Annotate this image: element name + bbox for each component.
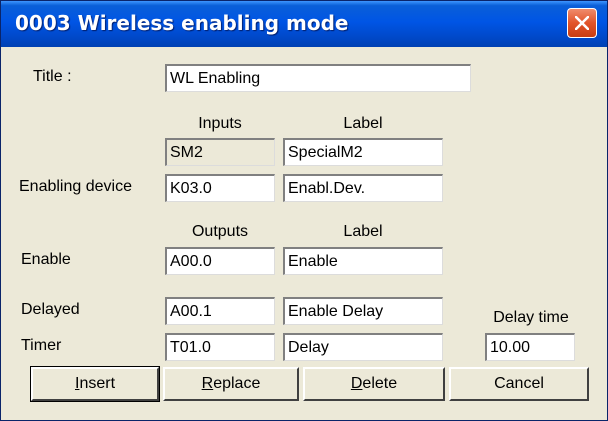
title-label: Title : [33,68,72,85]
delay-time-label: Delay time [493,309,569,326]
title-bar[interactable]: 0003 Wireless enabling mode [1,1,607,47]
delay-time-field[interactable] [485,333,575,361]
title-input[interactable] [165,64,471,92]
enable-label-field[interactable] [283,247,443,275]
insert-button[interactable]: Insert [30,366,160,402]
delete-mnemonic: D [350,375,363,392]
timer-output-field[interactable] [165,333,275,361]
delete-label: elete [362,375,398,392]
enable-output-field[interactable] [165,247,275,275]
delayed-label: Delayed [21,301,80,318]
dialog-body: Title : Inputs Label Enabling device Out… [7,47,601,414]
outputs-label-header: Label [343,223,383,240]
dialog-window: 0003 Wireless enabling mode Title : Inpu… [0,0,608,421]
sm2-label-field[interactable] [283,138,443,166]
inputs-label-header: Label [343,115,383,132]
replace-button[interactable]: Replace [163,367,299,401]
delete-button[interactable]: Delete [303,367,445,401]
close-button[interactable] [567,8,597,38]
cancel-label: Cancel [494,375,544,392]
insert-label: nsert [79,375,116,392]
outputs-header: Outputs [191,223,249,240]
enabling-device-input[interactable] [165,174,275,202]
inputs-header: Inputs [198,115,242,132]
enabling-device-label: Enabling device [19,178,132,195]
replace-label: eplace [213,375,261,392]
enable-label: Enable [21,251,71,268]
timer-label-field[interactable] [283,333,443,361]
enabling-device-label-field[interactable] [283,174,443,202]
close-icon [575,16,589,30]
replace-mnemonic: R [201,375,214,392]
window-title: 0003 Wireless enabling mode [15,11,349,35]
cancel-button[interactable]: Cancel [449,367,589,401]
delayed-output-field[interactable] [165,297,275,325]
sm2-input-field [165,138,275,166]
timer-label: Timer [21,337,62,354]
delayed-label-field[interactable] [283,297,443,325]
